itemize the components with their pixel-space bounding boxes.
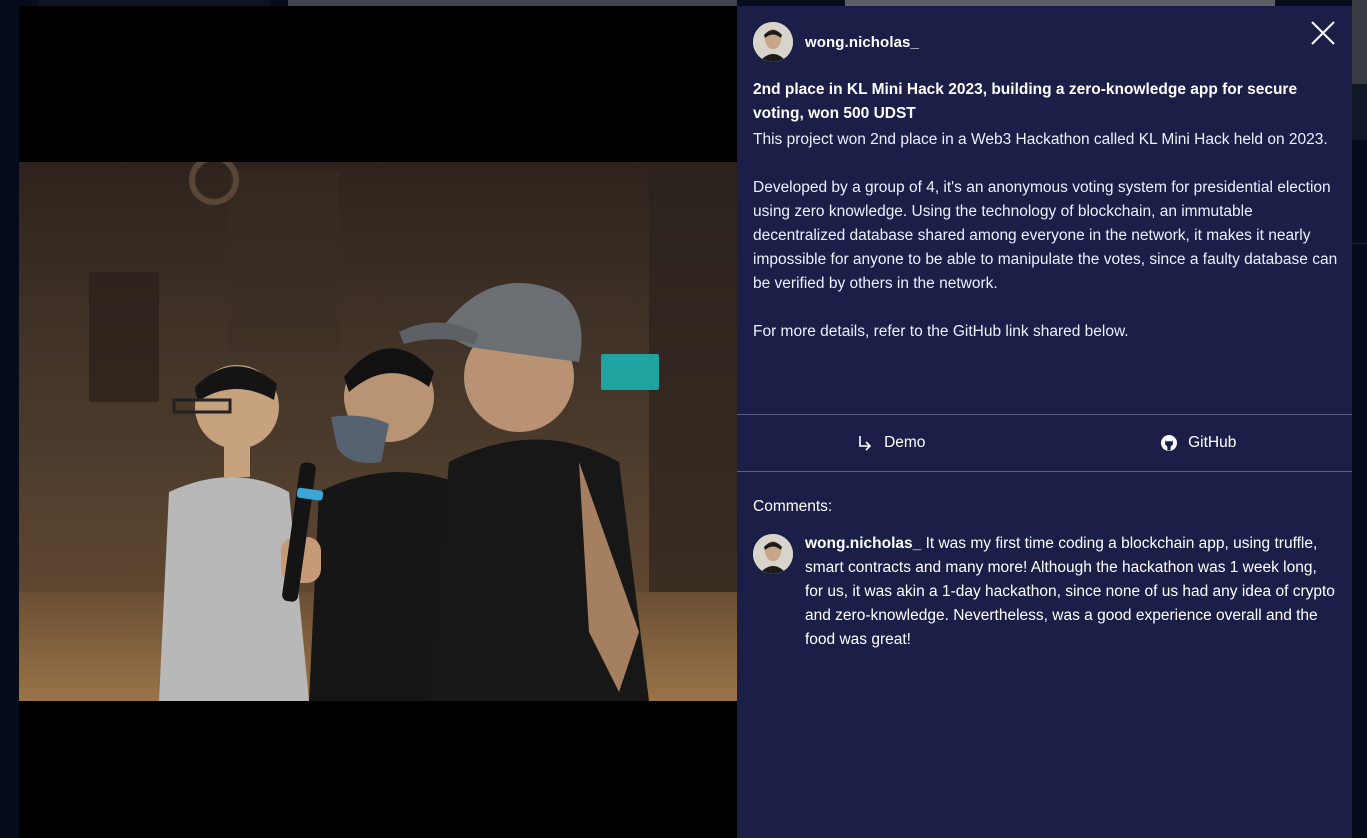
comment-item: wong.nicholas_ It was my first time codi… — [753, 534, 1343, 652]
post-modal: wong.nicholas_ 2nd place in KL Mini Hack… — [19, 6, 1352, 838]
demo-link[interactable]: Demo — [737, 434, 1045, 452]
github-link[interactable]: GitHub — [1045, 434, 1353, 452]
arrow-turn-down-right-icon — [859, 436, 872, 451]
post-author-username[interactable]: wong.nicholas_ — [805, 34, 919, 51]
close-icon — [1311, 21, 1335, 45]
comment-username[interactable]: wong.nicholas_ — [805, 535, 921, 552]
post-description: This project won 2nd place in a Web3 Hac… — [753, 128, 1338, 344]
post-content: 2nd place in KL Mini Hack 2023, building… — [753, 78, 1338, 344]
user-avatar-icon — [753, 22, 793, 62]
post-details-panel: wong.nicholas_ 2nd place in KL Mini Hack… — [737, 6, 1352, 838]
post-actions: Demo GitHub — [737, 414, 1352, 472]
user-avatar-icon — [753, 534, 793, 574]
description-paragraph: Developed by a group of 4, it's an anony… — [753, 179, 1338, 292]
comments-heading: Comments: — [753, 498, 833, 515]
avatar[interactable] — [753, 22, 793, 62]
description-paragraph: For more details, refer to the GitHub li… — [753, 323, 1129, 340]
demo-link-label: Demo — [884, 434, 926, 451]
avatar[interactable] — [753, 534, 793, 574]
github-link-label: GitHub — [1188, 434, 1237, 451]
post-header: wong.nicholas_ — [753, 22, 919, 62]
close-button[interactable] — [1308, 18, 1338, 48]
description-paragraph: This project won 2nd place in a Web3 Hac… — [753, 131, 1328, 148]
post-title: 2nd place in KL Mini Hack 2023, building… — [753, 81, 1298, 122]
comments-section: Comments: wong.nicholas_ It was my first… — [753, 498, 1343, 652]
comment-body: wong.nicholas_ It was my first time codi… — [805, 532, 1339, 652]
post-photo — [19, 162, 737, 701]
hackathon-photo — [19, 162, 737, 701]
github-icon — [1161, 435, 1178, 451]
post-media — [19, 6, 737, 838]
